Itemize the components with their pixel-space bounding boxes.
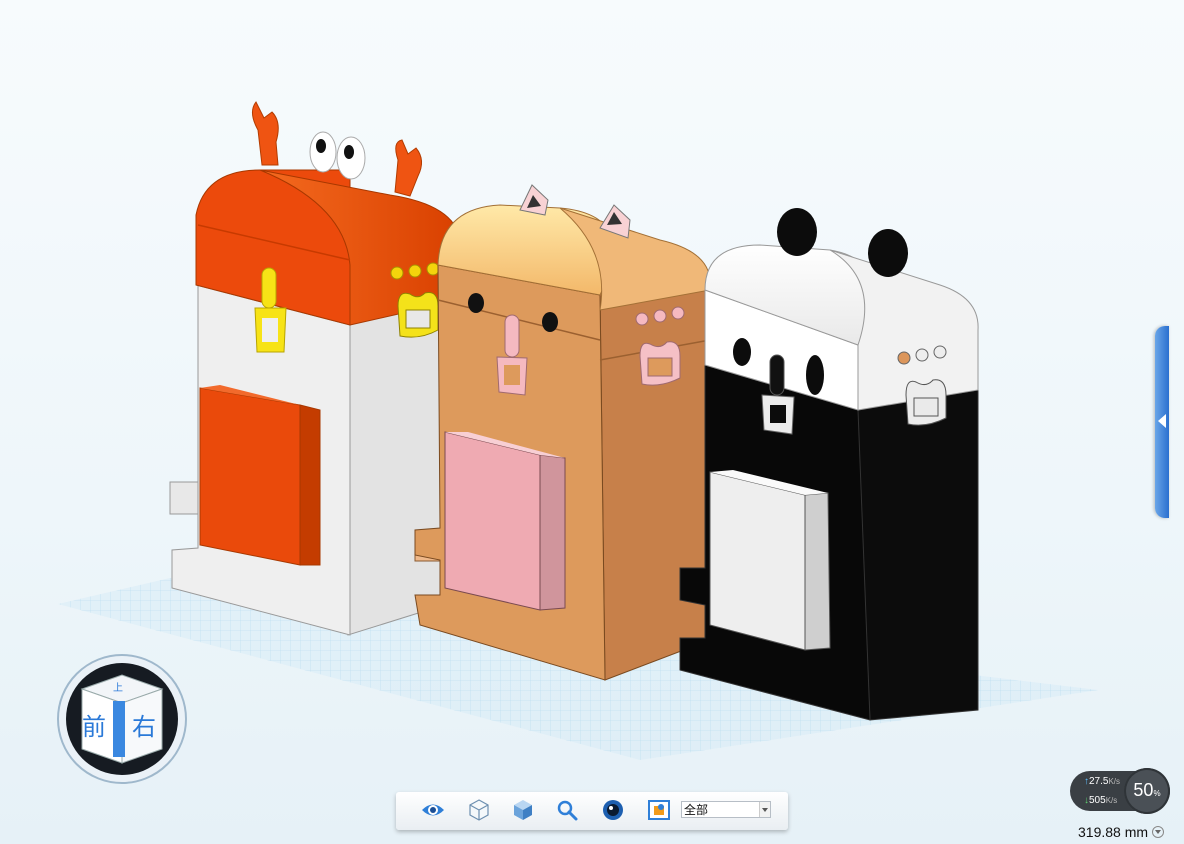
gauge-unit: % bbox=[1153, 789, 1161, 798]
download-speed-unit: K/s bbox=[1105, 796, 1118, 805]
scale-indicator[interactable]: 319.88 mm bbox=[1078, 824, 1165, 840]
panda-box-model[interactable] bbox=[679, 208, 979, 721]
shaded-cube-icon[interactable] bbox=[510, 797, 536, 823]
download-speed: ↓505K/s bbox=[1084, 795, 1117, 806]
network-speed-widget[interactable]: ↑27.5K/s ↓505K/s 50% bbox=[1070, 768, 1180, 814]
scale-value: 319.88 mm bbox=[1078, 824, 1149, 840]
cat-box-model[interactable] bbox=[414, 184, 711, 681]
side-panel-toggle[interactable] bbox=[1155, 326, 1169, 518]
zoom-icon[interactable] bbox=[554, 797, 580, 823]
view-cube[interactable]: 前 右 上 bbox=[57, 645, 187, 793]
filter-select[interactable]: 全部 bbox=[681, 801, 771, 818]
eye-icon[interactable] bbox=[420, 797, 446, 823]
upload-speed: ↑27.5K/s bbox=[1084, 776, 1120, 787]
chevron-down-icon bbox=[759, 802, 770, 817]
render-icon[interactable] bbox=[600, 797, 626, 823]
usage-gauge[interactable]: 50% bbox=[1124, 768, 1170, 814]
cube-top-label: 上 bbox=[113, 682, 123, 694]
view-toolbar: 全部 bbox=[396, 792, 788, 830]
upload-speed-value: 27.5 bbox=[1089, 776, 1109, 787]
wireframe-cube-icon[interactable] bbox=[466, 797, 492, 823]
cube-right-label: 右 bbox=[132, 713, 156, 741]
section-view-icon[interactable] bbox=[646, 797, 672, 823]
filter-select-value: 全部 bbox=[684, 803, 709, 817]
gauge-value: 50 bbox=[1133, 780, 1154, 800]
chevron-down-icon[interactable] bbox=[1152, 826, 1165, 838]
chevron-left-icon bbox=[1158, 414, 1166, 428]
download-speed-value: 505 bbox=[1089, 795, 1106, 806]
upload-speed-unit: K/s bbox=[1108, 777, 1121, 786]
cube-front-label: 前 bbox=[82, 713, 106, 741]
